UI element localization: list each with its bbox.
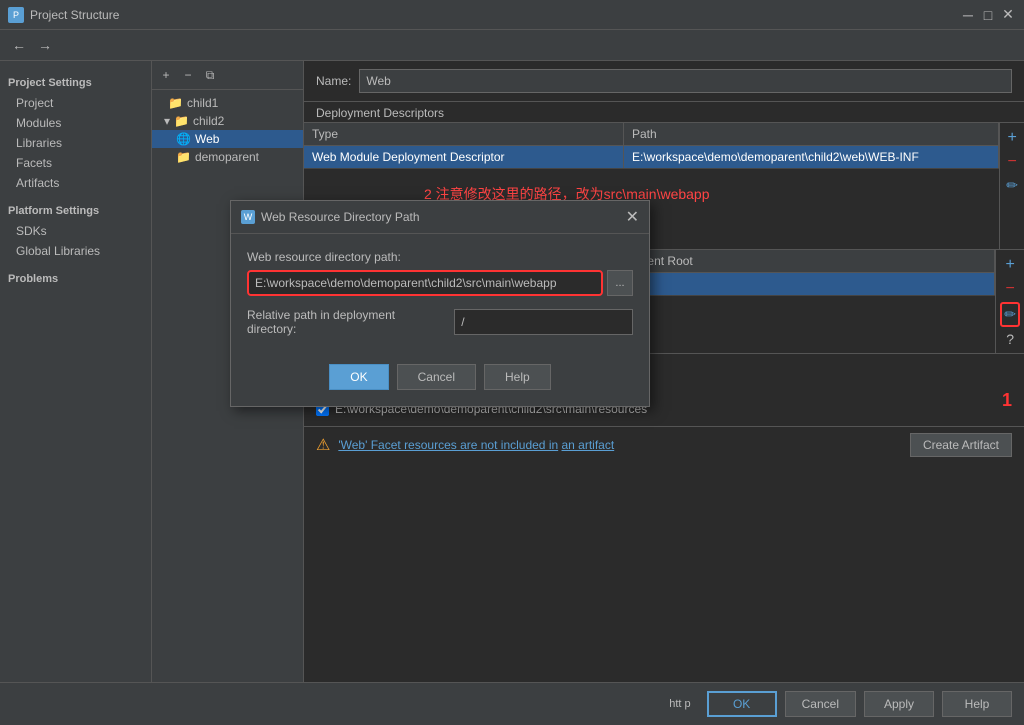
table-row[interactable]: Web Module Deployment Descriptor E:\work… [304, 146, 999, 169]
tree-item-demoparent-label: demoparent [195, 150, 259, 164]
sidebar-item-global-libraries[interactable]: Global Libraries [0, 241, 151, 261]
problems-label[interactable]: Problems [0, 261, 151, 289]
header-path: Path [624, 123, 999, 145]
create-artifact-button[interactable]: Create Artifact [910, 433, 1012, 457]
warning-text-content: 'Web' Facet resources are not included i… [338, 438, 558, 452]
sidebar-item-artifacts[interactable]: Artifacts [0, 173, 151, 193]
sidebar-item-project[interactable]: Project [0, 93, 151, 113]
web-icon: 🌐 [160, 132, 191, 146]
tree-copy-button[interactable]: ⧉ [200, 65, 220, 85]
tree-add-button[interactable]: + [156, 65, 176, 85]
tree-remove-button[interactable]: − [178, 65, 198, 85]
warning-link[interactable]: an artifact [562, 438, 615, 452]
tree-item-child2-label: child2 [193, 114, 224, 128]
folder-icon-child2: 📁 [174, 114, 189, 128]
dialog-buttons: OK Cancel Help [231, 356, 649, 406]
dialog-cancel-button[interactable]: Cancel [397, 364, 476, 390]
back-button[interactable]: ← [8, 34, 30, 56]
window-title: Project Structure [30, 8, 119, 22]
warning-bar: ⚠ 'Web' Facet resources are not included… [304, 426, 1024, 463]
deployment-descriptors-title: Deployment Descriptors [304, 102, 1024, 123]
folder-icon-child1: 📁 [160, 96, 183, 110]
arrow-child2: ▾ [160, 114, 170, 128]
dialog-input-row1: ... [247, 270, 633, 296]
tree-item-child1-label: child1 [187, 96, 218, 110]
project-settings-title: Project Settings [0, 69, 151, 93]
dialog-close-button[interactable]: ✕ [626, 207, 639, 227]
folder-icon-demoparent: 📁 [160, 150, 191, 164]
dialog-ok-button[interactable]: OK [329, 364, 388, 390]
table-header-row: Type Path [304, 123, 999, 146]
platform-settings-title: Platform Settings [0, 193, 151, 221]
warning-icon: ⚠ [316, 435, 330, 455]
side-buttons-top: + − ✏ [999, 123, 1024, 249]
dialog-browse-button[interactable]: ... [607, 270, 633, 296]
help-button[interactable]: Help [942, 691, 1012, 717]
web-resource-dialog: W Web Resource Directory Path ✕ Web reso… [230, 200, 650, 407]
sidebar-item-sdks[interactable]: SDKs [0, 221, 151, 241]
name-label: Name: [316, 74, 351, 88]
remove-deployment-button[interactable]: − [1005, 151, 1018, 173]
sidebar-item-facets[interactable]: Facets [0, 153, 151, 173]
tree-item-child1[interactable]: 📁 child1 [152, 94, 303, 112]
close-button[interactable]: ✕ [1000, 7, 1016, 23]
help-webres-button[interactable]: ? [1004, 329, 1016, 349]
dialog-field2-label: Relative path in deployment directory: [247, 308, 446, 336]
project-icon: P [8, 7, 24, 23]
toolbar: ← → [0, 30, 1024, 61]
dialog-help-button[interactable]: Help [484, 364, 551, 390]
dialog-relative-path-input[interactable] [454, 309, 633, 335]
forward-button[interactable]: → [34, 34, 56, 56]
add-deployment-button[interactable]: + [1005, 127, 1018, 149]
edit-webres-button-wrapper: ✏ [1000, 302, 1020, 327]
minimize-button[interactable]: ─ [960, 7, 976, 23]
title-bar: P Project Structure ─ □ ✕ [0, 0, 1024, 30]
warning-text: 'Web' Facet resources are not included i… [338, 438, 902, 452]
tree-toolbar: + − ⧉ [152, 61, 303, 90]
sidebar-item-modules[interactable]: Modules [0, 113, 151, 133]
maximize-button[interactable]: □ [980, 7, 996, 23]
ok-button[interactable]: OK [707, 691, 777, 717]
bottom-hint: htt p [12, 698, 699, 710]
name-row: Name: [304, 61, 1024, 102]
table-cell-type: Web Module Deployment Descriptor [304, 146, 624, 168]
dialog-field1-label: Web resource directory path: [247, 250, 633, 264]
name-input[interactable] [359, 69, 1012, 93]
apply-button[interactable]: Apply [864, 691, 934, 717]
tree-item-demoparent[interactable]: 📁 demoparent [152, 148, 303, 166]
tree-item-web-label: Web [195, 132, 219, 146]
dialog-field2-row: Relative path in deployment directory: [247, 308, 633, 336]
tree-item-child2[interactable]: ▾ 📁 child2 [152, 112, 303, 130]
sidebar: Project Settings Project Modules Librari… [0, 61, 152, 682]
dialog-title: Web Resource Directory Path [261, 210, 420, 224]
title-bar-controls: ─ □ ✕ [960, 7, 1016, 23]
tree-item-web[interactable]: 🌐 Web [152, 130, 303, 148]
add-webres-button[interactable]: + [1003, 254, 1016, 276]
tree-items: 📁 child1 ▾ 📁 child2 🌐 Web 📁 demopa [152, 90, 303, 170]
dialog-title-bar: W Web Resource Directory Path ✕ [231, 201, 649, 234]
edit-deployment-button[interactable]: ✏ [1004, 175, 1020, 196]
dialog-icon: W [241, 210, 255, 224]
dialog-title-left: W Web Resource Directory Path [241, 210, 420, 224]
title-bar-left: P Project Structure [8, 7, 119, 23]
header-type: Type [304, 123, 624, 145]
dialog-path-input[interactable] [247, 270, 603, 296]
table-cell-path: E:\workspace\demo\demoparent\child2\web\… [624, 146, 999, 168]
remove-webres-button[interactable]: − [1003, 278, 1016, 300]
cancel-button[interactable]: Cancel [785, 691, 856, 717]
side-buttons-bottom: + − ✏ ? [995, 250, 1024, 353]
edit-webres-button[interactable]: ✏ [1002, 304, 1018, 325]
sidebar-item-libraries[interactable]: Libraries [0, 133, 151, 153]
dialog-content: Web resource directory path: ... Relativ… [231, 234, 649, 356]
bottom-bar: htt p OK Cancel Apply Help [0, 682, 1024, 725]
